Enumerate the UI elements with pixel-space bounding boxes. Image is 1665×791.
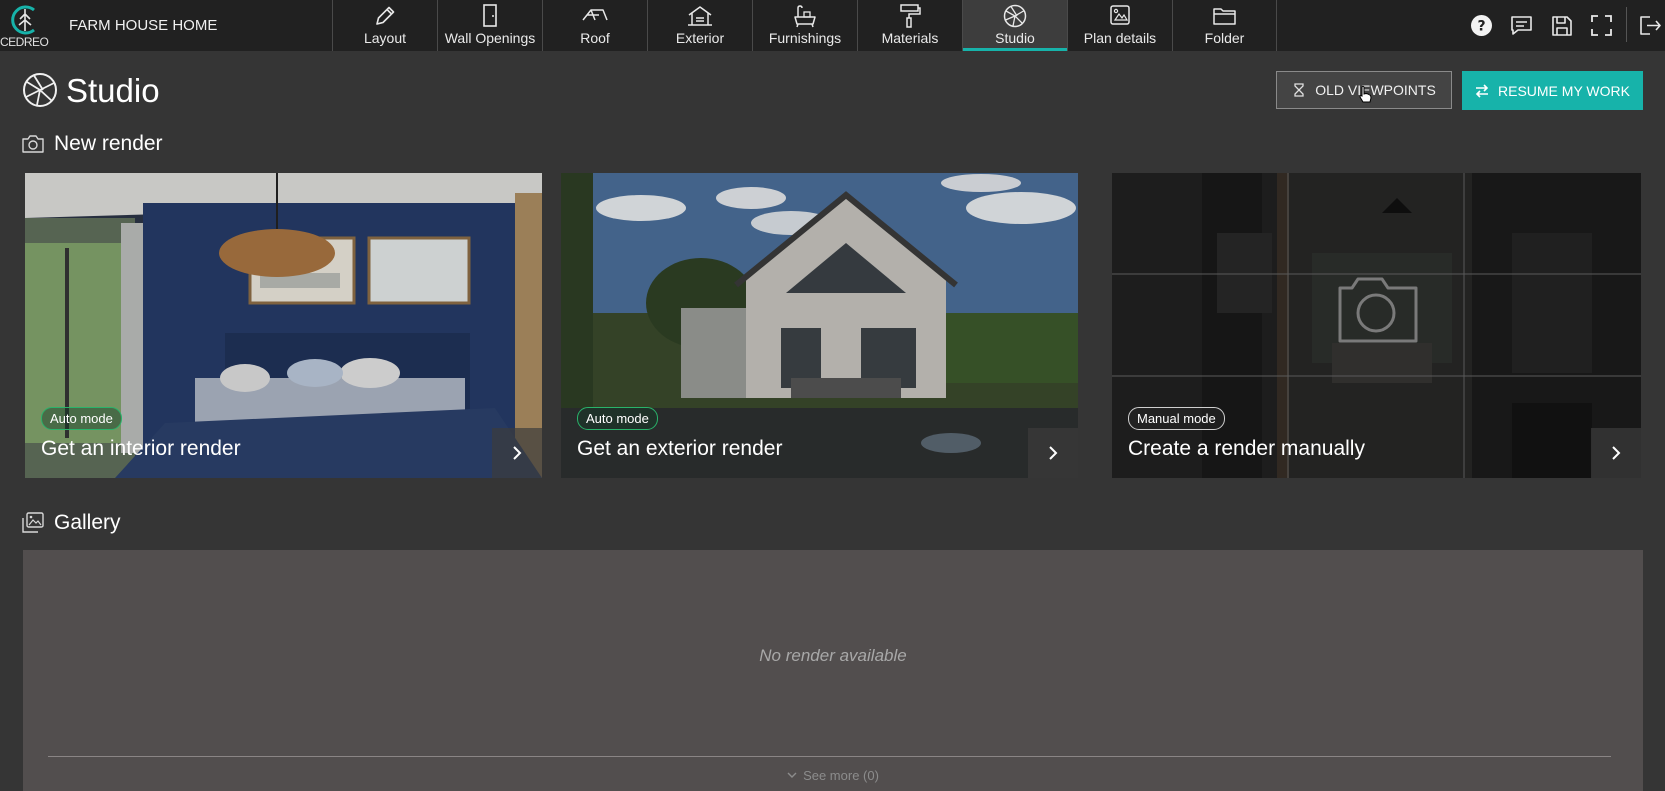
bathtub-icon: [794, 5, 816, 28]
tab-label: Furnishings: [768, 30, 842, 46]
tab-furnishings[interactable]: Furnishings: [752, 0, 857, 51]
tab-folder[interactable]: Folder: [1172, 0, 1277, 51]
studio-aperture-icon: [23, 73, 57, 107]
kitchen-preview-image: [1112, 173, 1641, 478]
tab-label: Plan details: [1083, 30, 1157, 46]
aperture-icon: [1003, 4, 1027, 28]
folder-icon: [1212, 8, 1236, 25]
gallery-title: Gallery: [54, 511, 121, 534]
page-title: Studio: [66, 72, 160, 109]
mode-badge: Manual mode: [1128, 407, 1225, 430]
chevron-down-icon: [787, 772, 797, 778]
tab-label: Studio: [995, 30, 1035, 46]
tab-label: Wall Openings: [444, 30, 536, 46]
house-exterior-preview-image: [561, 173, 1078, 478]
tab-label: Roof: [580, 30, 610, 46]
tab-label: Layout: [363, 30, 407, 46]
tab-plan-details[interactable]: Plan details: [1067, 0, 1172, 51]
resume-label: RESUME MY WORK: [1498, 82, 1630, 99]
main-nav: Layout Wall Openings Roof Exterior Furni…: [332, 0, 1277, 51]
logo-wordmark: CEDREO: [0, 35, 49, 49]
hand-cursor-icon: [1359, 85, 1372, 103]
swap-icon: [1475, 83, 1489, 98]
chevron-right-icon: [513, 446, 522, 460]
save-icon[interactable]: [1550, 14, 1573, 37]
tab-roof[interactable]: Roof: [542, 0, 647, 51]
logout-icon[interactable]: [1638, 14, 1662, 37]
help-icon[interactable]: ?: [1470, 14, 1493, 37]
card-title: Get an interior render: [41, 437, 241, 460]
project-name: FARM HOUSE HOME: [69, 17, 218, 34]
chat-icon[interactable]: [1510, 14, 1533, 37]
card-arrow-button[interactable]: [1028, 428, 1078, 478]
cedreo-logo[interactable]: CEDREO: [0, 2, 52, 49]
tab-studio[interactable]: Studio: [962, 0, 1067, 51]
house-exterior-icon: [688, 6, 712, 26]
tab-label: Folder: [1204, 30, 1245, 46]
pencil-icon: [376, 6, 395, 25]
cedreo-logo-icon: [11, 5, 35, 35]
hourglass-icon: [1294, 83, 1304, 97]
card-title: Create a render manually: [1128, 437, 1365, 460]
fullscreen-icon[interactable]: [1590, 14, 1613, 37]
paint-roller-icon: [900, 4, 921, 28]
manual-render-card[interactable]: Manual mode Create a render manually: [1112, 173, 1641, 478]
camera-icon: [22, 135, 44, 153]
svg-text:?: ?: [1477, 19, 1485, 35]
see-more-label: See more (0): [803, 768, 879, 783]
chevron-right-icon: [1049, 446, 1058, 460]
door-icon: [483, 4, 497, 27]
old-viewpoints-label: OLD VIEWPOINTS: [1315, 82, 1436, 98]
card-arrow-button[interactable]: [1591, 428, 1641, 478]
new-render-title: New render: [54, 132, 163, 155]
roof-icon: [582, 9, 608, 21]
interior-render-card[interactable]: Auto mode Get an interior render: [25, 173, 542, 478]
mode-badge: Auto mode: [41, 407, 122, 430]
card-arrow-button[interactable]: [492, 428, 542, 478]
tab-layout[interactable]: Layout: [332, 0, 437, 51]
exterior-render-card[interactable]: Auto mode Get an exterior render: [561, 173, 1078, 478]
tab-wall-openings[interactable]: Wall Openings: [437, 0, 542, 51]
tab-materials[interactable]: Materials: [857, 0, 962, 51]
top-bar: CEDREO FARM HOUSE HOME Layout Wall Openi…: [0, 0, 1665, 51]
tab-label: Materials: [881, 30, 939, 46]
tag-icon: [1110, 5, 1130, 25]
card-title: Get an exterior render: [577, 437, 783, 460]
bedroom-preview-image: [25, 173, 542, 478]
mode-badge: Auto mode: [577, 407, 658, 430]
gallery-panel: No render available See more (0): [23, 550, 1643, 791]
resume-my-work-button[interactable]: RESUME MY WORK: [1462, 71, 1643, 110]
chevron-right-icon: [1612, 446, 1621, 460]
toolbar-divider: [1626, 7, 1627, 42]
see-more-button[interactable]: See more (0): [23, 768, 1643, 783]
gallery-divider: [48, 756, 1611, 757]
tab-exterior[interactable]: Exterior: [647, 0, 752, 51]
gallery-icon: [22, 512, 44, 533]
empty-gallery-message: No render available: [759, 646, 907, 665]
tab-label: Exterior: [675, 30, 725, 46]
